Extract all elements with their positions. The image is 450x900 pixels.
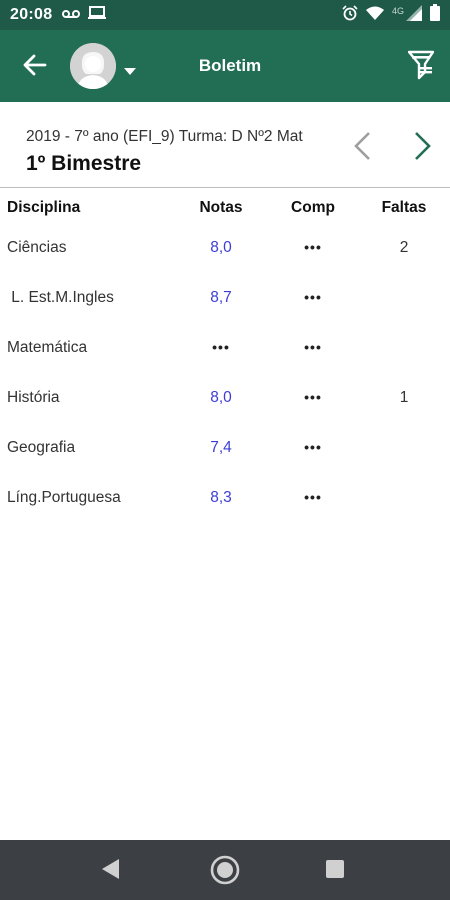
network-type-label: 4G: [391, 6, 404, 16]
status-time: 20:08: [10, 6, 53, 23]
table-row[interactable]: História 8,0 ••• 1: [0, 376, 450, 426]
next-period-button[interactable]: [413, 130, 439, 164]
alarm-icon: [342, 4, 358, 26]
chevron-left-icon: [352, 132, 372, 166]
voicemail-icon: [62, 6, 81, 24]
comp-more-icon[interactable]: •••: [0, 439, 450, 455]
system-back-icon[interactable]: [100, 858, 120, 885]
comp-more-icon[interactable]: •••: [0, 339, 450, 355]
period-subtitle: 2019 - 7º ano (EFI_9) Turma: D Nº2 Mat: [26, 128, 303, 145]
period-header: 2019 - 7º ano (EFI_9) Turma: D Nº2 Mat 1…: [0, 102, 450, 188]
period-title: 1º Bimestre: [26, 152, 142, 175]
status-bar: 20:08 4G: [0, 0, 450, 30]
battery-icon: [430, 4, 440, 26]
grades-table: Disciplina Notas Comp Faltas Ciências 8,…: [0, 188, 450, 526]
system-recent-apps-icon[interactable]: [325, 859, 345, 884]
table-row[interactable]: Líng.Portuguesa 8,3 •••: [0, 476, 450, 526]
table-row[interactable]: Ciências 8,0 ••• 2: [0, 226, 450, 276]
comp-more-icon[interactable]: •••: [0, 289, 450, 305]
app-bar: Boletim: [0, 30, 450, 102]
filter-button[interactable]: [407, 50, 436, 84]
filter-icon: [407, 50, 435, 84]
table-header-row: Disciplina Notas Comp Faltas: [0, 188, 450, 226]
absences-cell: 2: [399, 239, 409, 256]
chevron-right-icon: [413, 132, 433, 166]
column-header-absences: Faltas: [381, 199, 427, 216]
table-row[interactable]: Matemática ••• •••: [0, 326, 450, 376]
page-title: Boletim: [198, 56, 262, 75]
system-navigation-bar: [0, 840, 450, 900]
table-row[interactable]: Geografia 7,4 •••: [0, 426, 450, 476]
absences-cell: 1: [399, 389, 409, 406]
system-home-icon[interactable]: [209, 854, 241, 891]
previous-period-button[interactable]: [352, 130, 378, 164]
laptop-icon: [88, 5, 107, 25]
wifi-icon: [365, 6, 384, 25]
table-row[interactable]: L. Est.M.Ingles 8,7 •••: [0, 276, 450, 326]
signal-icon: [406, 4, 422, 26]
comp-more-icon[interactable]: •••: [0, 489, 450, 505]
